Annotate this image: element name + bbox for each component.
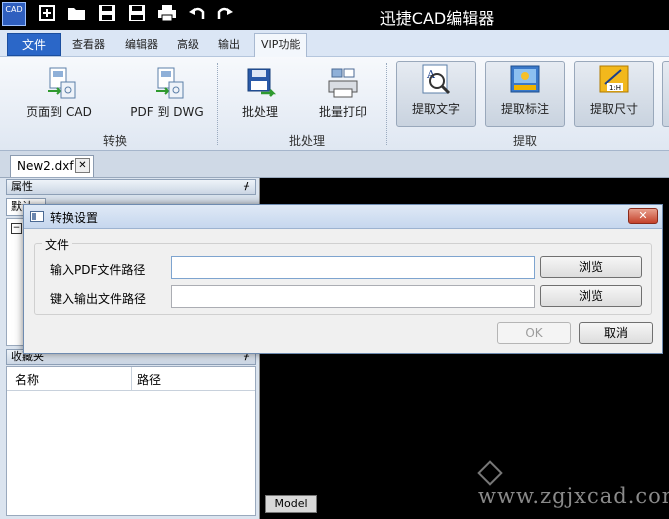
window-icon (30, 211, 44, 222)
output-path-field[interactable] (171, 285, 535, 308)
batch-print-label: 批量打印 (318, 105, 367, 119)
extract-dimension-icon: 1:H (597, 64, 631, 96)
tab-editor[interactable]: 编辑器 (119, 34, 164, 56)
extract-annotation-button[interactable]: 提取标注 (485, 61, 565, 127)
ribbon-tab-bar: 文件 查看器 编辑器 高级 输出 VIP功能 (0, 30, 669, 57)
ribbon-separator (217, 63, 218, 145)
dialog-title-bar[interactable]: 转换设置 ✕ (24, 205, 662, 229)
input-pdf-path-field[interactable] (171, 256, 535, 279)
pdf-to-dwg-label: PDF 到 DWG (130, 105, 204, 119)
tab-advanced[interactable]: 高级 (171, 34, 205, 56)
pdf-to-dwg-icon (150, 67, 184, 99)
collapse-icon[interactable]: − (11, 223, 22, 234)
extract-annotation-label: 提取标注 (500, 102, 549, 116)
batch-print-button[interactable]: 批量打印 (314, 65, 372, 131)
group-label-convert: 转换 (102, 134, 127, 148)
document-tab[interactable]: New2.dxf ✕ (10, 155, 94, 177)
output-path-label: 键入输出文件路径 (50, 292, 147, 306)
cancel-button[interactable]: 取消 (579, 322, 653, 344)
tab-file[interactable]: 文件 (7, 33, 62, 56)
document-tab-label: New2.dxf (17, 159, 74, 173)
column-path[interactable]: 路径 (137, 371, 161, 388)
tab-viewer[interactable]: 查看器 (66, 34, 111, 56)
convert-settings-dialog: 转换设置 ✕ 文件 输入PDF文件路径 浏览 键入输出文件路径 浏览 OK 取消 (23, 204, 663, 354)
ribbon-overflow-button[interactable] (662, 61, 669, 127)
extract-annotation-icon (508, 64, 542, 96)
properties-panel-header: 属性 ᚋ (6, 179, 256, 195)
watermark-text: www.zgjxcad.com (478, 484, 669, 508)
favorites-column-header: 名称 路径 (7, 367, 255, 391)
extract-dimension-label: 提取尺寸 (589, 102, 638, 116)
batch-print-icon (326, 67, 360, 99)
page-to-cad-icon (42, 67, 76, 99)
column-divider[interactable] (131, 367, 132, 391)
file-group-label: 文件 (42, 236, 73, 253)
batch-process-label: 批处理 (241, 105, 278, 119)
ok-button[interactable]: OK (497, 322, 571, 344)
column-name[interactable]: 名称 (15, 371, 39, 388)
batch-process-button[interactable]: 批处理 (236, 65, 284, 131)
tab-vip[interactable]: VIP功能 (254, 33, 308, 57)
group-label-extract: 提取 (512, 134, 537, 148)
title-bar: CAD 迅捷CAD编辑器 (0, 0, 669, 30)
close-icon[interactable]: ✕ (628, 208, 658, 224)
document-tab-bar: New2.dxf ✕ (0, 151, 669, 178)
browse-output-button[interactable]: 浏览 (540, 285, 642, 307)
extract-text-icon: A (419, 64, 453, 96)
close-icon[interactable]: ✕ (75, 158, 90, 173)
properties-panel-title: 属性 (11, 180, 33, 193)
extract-text-label: 提取文字 (411, 102, 460, 116)
input-pdf-path-label: 输入PDF文件路径 (50, 263, 146, 277)
model-tab[interactable]: Model (265, 495, 317, 513)
browse-input-button[interactable]: 浏览 (540, 256, 642, 278)
favorites-list: 名称 路径 (6, 366, 256, 516)
page-to-cad-button[interactable]: 页面到 CAD (22, 65, 96, 131)
app-title: 迅捷CAD编辑器 (379, 9, 495, 28)
extract-dimension-button[interactable]: 1:H 提取尺寸 (574, 61, 654, 127)
page-to-cad-label: 页面到 CAD (26, 105, 92, 119)
tab-output[interactable]: 输出 (212, 34, 246, 56)
extract-text-button[interactable]: A 提取文字 (396, 61, 476, 127)
pdf-to-dwg-button[interactable]: PDF 到 DWG (127, 65, 207, 131)
ribbon-separator (386, 63, 387, 145)
pin-icon[interactable]: ᚋ (244, 180, 249, 194)
ribbon-panel: 页面到 CAD PDF 到 DWG 批处理 批量打印 A 提取文字 提取标注 1… (0, 57, 669, 151)
dialog-title: 转换设置 (50, 211, 99, 225)
svg-text:1:H: 1:H (609, 84, 621, 92)
batch-process-icon (243, 67, 277, 99)
group-label-batch: 批处理 (288, 134, 325, 148)
